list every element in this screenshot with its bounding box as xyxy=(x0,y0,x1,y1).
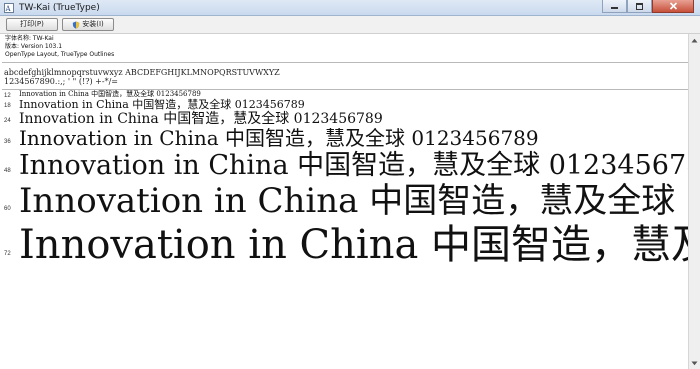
sample-text: Innovation in China 中国智造，慧及全球 0123456789 xyxy=(19,150,700,181)
size-label: 60 xyxy=(4,206,11,212)
charset-letters: abcdefghijklmnopqrstuvwxyz ABCDEFGHIJKLM… xyxy=(4,68,280,77)
size-label: 18 xyxy=(4,103,11,109)
window-title: TW-Kai (TrueType) xyxy=(19,3,100,13)
sample-text: Innovation in China 中国智造，慧及全球 0123456789 xyxy=(19,98,305,111)
svg-text:A: A xyxy=(5,5,12,13)
scroll-up-icon xyxy=(691,38,698,42)
title-bar[interactable]: A TW-Kai (TrueType) xyxy=(0,0,700,16)
size-label: 72 xyxy=(4,251,11,257)
close-icon xyxy=(669,2,677,10)
sample-text: Innovation in China 中国智造，慧及全球 0123456789 xyxy=(19,111,383,127)
size-label: 48 xyxy=(4,168,11,174)
print-button[interactable]: 打印(P) xyxy=(6,18,58,31)
scroll-down-icon xyxy=(691,361,698,365)
minimize-button[interactable] xyxy=(602,0,627,13)
minimize-icon xyxy=(611,6,618,9)
install-label: 安装(I) xyxy=(82,20,104,28)
font-features: OpenType Layout, TrueType Outlines xyxy=(5,51,115,58)
scroll-up-button[interactable] xyxy=(689,34,700,46)
close-button[interactable] xyxy=(652,0,694,13)
vertical-scrollbar[interactable] xyxy=(688,34,700,369)
toolbar: 打印(P) 安装(I) xyxy=(0,16,700,34)
sample-text: Innovation in China 中国智造，慧及全球 0123456789 xyxy=(19,90,201,98)
font-version: 版本: Version 103.1 xyxy=(5,43,63,50)
maximize-button[interactable] xyxy=(627,0,652,13)
size-label: 24 xyxy=(4,118,11,124)
sample-text: Innovation in China 中国智造，慧及全球 0123456789 xyxy=(19,181,700,221)
font-file-icon: A xyxy=(4,3,14,13)
maximize-icon xyxy=(636,2,643,10)
scroll-down-button[interactable] xyxy=(689,357,700,369)
size-label: 36 xyxy=(4,139,11,145)
window-controls xyxy=(602,0,694,13)
sample-text: Innovation in China 中国智造，慧及全球 0123456789 xyxy=(19,222,700,268)
sample-text: Innovation in China 中国智造，慧及全球 0123456789 xyxy=(19,126,539,150)
font-name: 字体名称: TW-Kai xyxy=(5,35,54,42)
install-button[interactable]: 安装(I) xyxy=(62,18,114,31)
shield-icon xyxy=(73,21,80,29)
charset-digits: 1234567890.:,; ' " (!?) +-*/= xyxy=(4,77,118,86)
print-label: 打印(P) xyxy=(20,20,44,28)
size-label: 12 xyxy=(4,93,11,99)
divider xyxy=(2,62,688,63)
